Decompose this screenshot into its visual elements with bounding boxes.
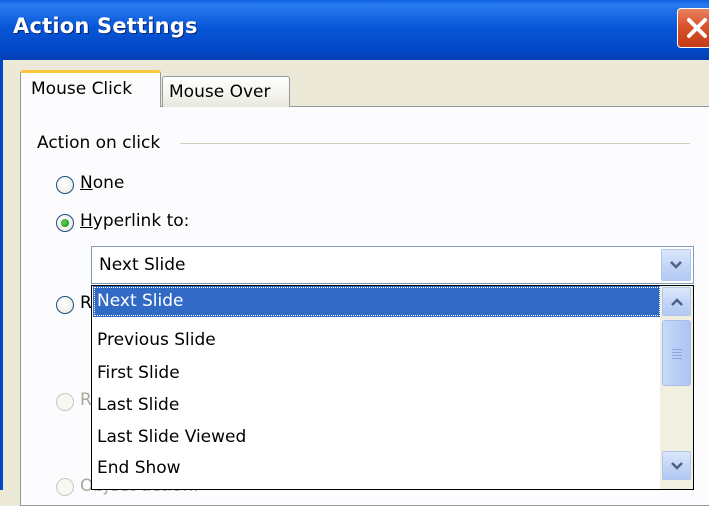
scroll-up-button[interactable] [662,287,691,316]
scroll-thumb[interactable] [662,320,691,386]
thumb-grip [672,358,682,359]
list-item[interactable]: Last Slide Viewed [93,422,661,453]
radio-label-none[interactable]: None [80,173,124,193]
list-item[interactable]: First Slide [93,358,661,389]
window-title: Action Settings [13,14,198,38]
access-key: N [80,173,93,193]
tab-mouse-click[interactable]: Mouse Click [20,70,161,107]
scroll-down-button[interactable] [662,451,691,480]
label-text: one [92,173,125,193]
thumb-grip [672,355,682,356]
tab-label: Mouse Over [169,82,271,102]
chevron-down-icon [670,461,683,470]
combo-dropdown-button[interactable] [661,249,691,281]
radio-run-macro [56,393,74,411]
combo-value: Next Slide [99,255,186,275]
radio-none[interactable] [56,176,74,194]
list-item[interactable]: Next Slide [93,286,661,317]
list-item[interactable]: End Show [93,453,661,484]
title-bar[interactable]: Action Settings [0,0,709,60]
hyperlink-combo[interactable]: Next Slide [91,246,694,284]
radio-label-hyperlink[interactable]: Hyperlink to: [80,211,189,231]
tab-mouse-over[interactable]: Mouse Over [162,76,290,107]
close-icon [687,18,707,38]
radio-run-program[interactable] [56,296,74,314]
group-divider [180,143,690,144]
access-key: H [80,211,93,231]
list-item[interactable]: Last Slide [93,390,661,421]
radio-selected-dot [61,219,69,227]
chevron-down-icon [670,261,682,269]
tab-label: Mouse Click [31,79,133,99]
group-label-action-on-click: Action on click [37,133,167,153]
chevron-up-icon [670,297,683,306]
thumb-grip [672,352,682,353]
radio-object-action [56,478,74,496]
thumb-grip [672,349,682,350]
close-button[interactable] [677,8,709,48]
label-text: yperlink to: [92,211,190,231]
radio-hyperlink[interactable] [56,214,74,232]
window-border [0,60,3,490]
hyperlink-list[interactable]: Next Slide Previous Slide First Slide La… [91,285,694,490]
list-scrollbar[interactable] [660,286,693,489]
list-item[interactable]: Previous Slide [93,325,661,356]
